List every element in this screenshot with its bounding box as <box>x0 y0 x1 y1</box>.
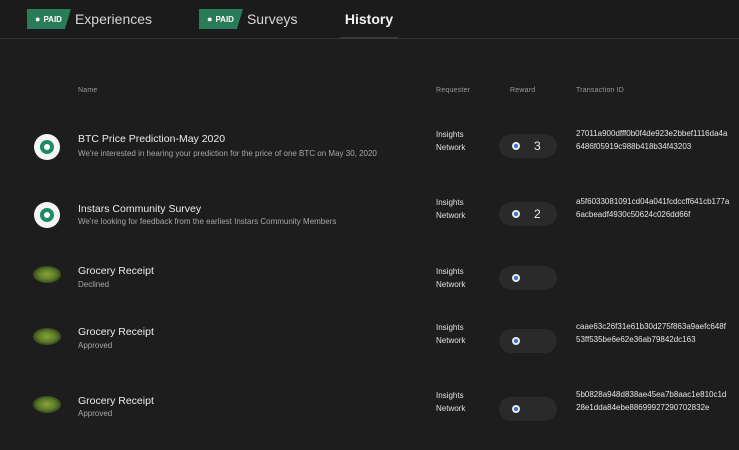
currency-icon: ● <box>35 14 41 24</box>
row-title: Grocery Receipt <box>78 265 154 277</box>
header-reward: Reward <box>510 87 536 94</box>
paid-badge: ● PAID <box>199 9 243 29</box>
coin-icon <box>512 142 520 150</box>
receipt-image <box>33 328 61 345</box>
table-row[interactable]: Instars Community Survey We're looking f… <box>0 196 739 258</box>
row-requester: Insights Network <box>436 323 466 345</box>
receipt-image <box>33 266 61 283</box>
row-status: Declined <box>78 280 110 289</box>
tab-label: Experiences <box>74 11 153 27</box>
row-requester: Insights Network <box>436 391 466 413</box>
row-title: Instars Community Survey <box>78 203 202 215</box>
row-requester: Insights Network <box>436 130 466 152</box>
row-subtitle: We're looking for feedback from the earl… <box>78 217 337 226</box>
reward-pill: 2 <box>499 202 557 226</box>
coin-icon <box>512 405 520 413</box>
row-title: BTC Price Prediction-May 2020 <box>78 133 226 145</box>
table-row[interactable]: Grocery Receipt Approved Insights Networ… <box>0 388 739 450</box>
row-title: Grocery Receipt <box>78 395 154 407</box>
table-row[interactable]: Grocery Receipt Declined Insights Networ… <box>0 262 739 324</box>
tab-history[interactable]: History <box>340 0 398 39</box>
tab-label: History <box>344 11 394 27</box>
reward-value: 3 <box>534 139 541 153</box>
row-status: Approved <box>78 409 113 418</box>
tab-surveys[interactable]: ● PAID Surveys <box>199 0 298 38</box>
header-name: Name <box>78 87 98 94</box>
active-tab-indicator <box>340 37 398 39</box>
row-requester: Insights Network <box>436 267 466 289</box>
receipt-image <box>33 396 61 413</box>
reward-pill <box>499 329 557 353</box>
header-requester: Requester <box>436 87 471 94</box>
coin-icon <box>512 210 520 218</box>
reward-value: 2 <box>534 207 541 221</box>
table-row[interactable]: BTC Price Prediction-May 2020 We're inte… <box>0 121 739 183</box>
row-status: Approved <box>78 341 113 350</box>
header-transaction-id: Transaction ID <box>576 87 625 94</box>
coin-icon <box>512 337 520 345</box>
row-title: Grocery Receipt <box>78 326 154 338</box>
paid-badge: ● PAID <box>27 9 71 29</box>
transaction-id: 5b0828a948d838ae45ea7b8aac1e810c1d28e1dd… <box>576 390 727 412</box>
transaction-id: caae63c26f31e61b30d275f863a9aefc648f53ff… <box>576 322 726 344</box>
reward-pill: 3 <box>499 134 557 158</box>
insights-logo-icon <box>34 134 60 160</box>
reward-pill <box>499 266 557 290</box>
transaction-id: a5f6033081091cd04a041fcdccff641cb177a6ac… <box>576 197 730 219</box>
tab-experiences[interactable]: ● PAID Experiences <box>27 0 152 38</box>
currency-icon: ● <box>207 14 213 24</box>
transaction-id: 27011a900dfff0b0f4de923e2bbef1116da4a648… <box>576 129 728 151</box>
coin-icon <box>512 274 520 282</box>
row-requester: Insights Network <box>436 198 466 220</box>
top-tab-bar: ● PAID Experiences ● PAID Surveys Histor… <box>0 0 739 39</box>
table-header: Name Requester Reward Transaction ID <box>0 87 739 99</box>
insights-logo-icon <box>34 202 60 228</box>
table-row[interactable]: Grocery Receipt Approved Insights Networ… <box>0 320 739 382</box>
tab-label: Surveys <box>246 11 298 27</box>
row-subtitle: We're interested in hearing your predict… <box>78 149 377 158</box>
reward-pill <box>499 397 557 421</box>
